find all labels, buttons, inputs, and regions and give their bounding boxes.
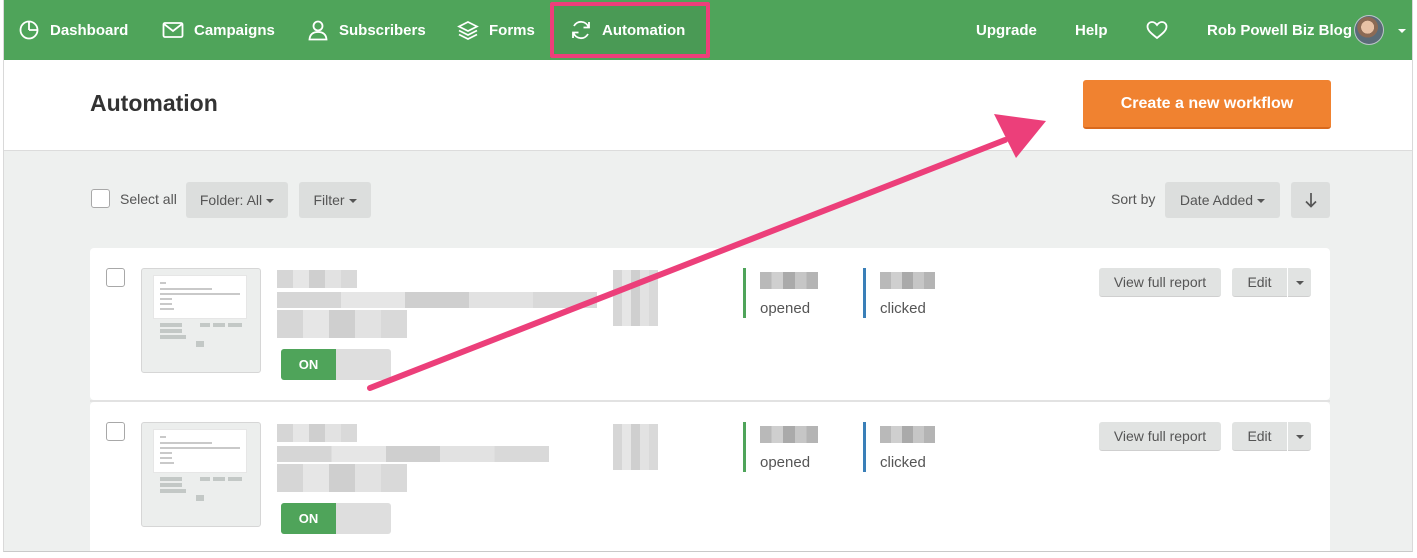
opened-label: opened [760, 300, 811, 317]
heart-icon [1146, 21, 1168, 40]
clicked-label: clicked [880, 300, 926, 317]
nav-forms[interactable]: Forms [457, 0, 535, 60]
avatar[interactable] [1354, 15, 1384, 45]
nav-upgrade[interactable]: Upgrade [976, 0, 1037, 60]
envelope-icon [162, 22, 184, 38]
dashboard-icon [19, 20, 39, 40]
nav-dashboard[interactable]: Dashboard [18, 0, 128, 60]
filter-dropdown-label: Filter [313, 192, 345, 208]
chevron-down-icon [348, 199, 357, 203]
workflow-thumbnail[interactable] [141, 422, 261, 527]
nav-help[interactable]: Help [1075, 0, 1108, 60]
workflow-status-toggle[interactable]: ON [281, 349, 391, 380]
annotation-highlight-box [550, 2, 710, 58]
chevron-down-icon [1295, 435, 1304, 439]
edit-button[interactable]: Edit [1232, 422, 1287, 451]
workflow-card: ON opened clicked View full report Edit [90, 402, 1330, 551]
workflow-name-redacted [277, 424, 357, 442]
select-all-label: Select all [120, 191, 177, 207]
top-nav: Dashboard Campaigns Subscribers Forms Au… [4, 0, 1412, 60]
clicked-bar [863, 268, 866, 318]
workflow-checkbox[interactable] [106, 268, 125, 287]
edit-dropdown-toggle[interactable] [1288, 268, 1311, 297]
nav-favorites[interactable] [1146, 0, 1178, 60]
chevron-down-icon [1295, 281, 1304, 285]
chevron-down-icon [1257, 199, 1266, 203]
edit-dropdown-toggle[interactable] [1288, 422, 1311, 451]
chevron-down-icon [266, 199, 275, 203]
clicked-label: clicked [880, 454, 926, 471]
chevron-down-icon [1398, 29, 1406, 33]
nav-forms-label: Forms [489, 21, 535, 39]
arrow-down-icon [1304, 193, 1317, 208]
toggle-on-label: ON [281, 349, 336, 380]
nav-dashboard-label: Dashboard [50, 21, 129, 39]
opened-count-redacted [760, 272, 818, 289]
workflow-name-redacted [277, 270, 357, 288]
edit-button[interactable]: Edit [1232, 268, 1287, 297]
page-header: Automation Create a new workflow [4, 60, 1412, 151]
sort-dropdown-label: Date Added [1179, 192, 1254, 208]
sort-dropdown[interactable]: Date Added [1165, 182, 1280, 218]
toggle-on-label: ON [281, 503, 336, 534]
opened-bar [743, 422, 746, 472]
workflow-status-toggle[interactable]: ON [281, 503, 391, 534]
clicked-count-redacted [880, 272, 935, 289]
view-full-report-button[interactable]: View full report [1099, 268, 1221, 297]
nav-upgrade-label: Upgrade [976, 21, 1037, 39]
workflow-thumbnail[interactable] [141, 268, 261, 373]
nav-subscribers-label: Subscribers [339, 21, 426, 39]
workflow-checkbox[interactable] [106, 422, 125, 441]
clicked-bar [863, 422, 866, 472]
filter-dropdown[interactable]: Filter [299, 182, 371, 218]
view-full-report-button[interactable]: View full report [1099, 422, 1221, 451]
opened-label: opened [760, 454, 811, 471]
account-dropdown[interactable] [1394, 0, 1406, 60]
sort-by-label: Sort by [1111, 191, 1156, 207]
nav-campaigns[interactable]: Campaigns [162, 0, 275, 60]
folder-dropdown-label: Folder: All [199, 192, 263, 208]
nav-help-label: Help [1075, 21, 1108, 39]
folder-dropdown[interactable]: Folder: All [186, 182, 288, 218]
workflow-card: ON opened clicked View full report Edit [90, 248, 1330, 400]
account-name: Rob Powell Biz Blog [1207, 21, 1352, 39]
nav-campaigns-label: Campaigns [194, 21, 275, 39]
layers-icon [457, 21, 479, 40]
select-all-checkbox[interactable] [91, 189, 110, 208]
user-icon [308, 20, 328, 41]
sort-direction-button[interactable] [1291, 182, 1330, 218]
nav-account[interactable]: Rob Powell Biz Blog [1207, 0, 1352, 60]
nav-subscribers[interactable]: Subscribers [307, 0, 426, 60]
opened-bar [743, 268, 746, 318]
app-window: Dashboard Campaigns Subscribers Forms Au… [3, 0, 1413, 552]
clicked-count-redacted [880, 426, 935, 443]
page-title: Automation [90, 90, 218, 116]
opened-count-redacted [760, 426, 818, 443]
create-workflow-button[interactable]: Create a new workflow [1083, 80, 1331, 129]
